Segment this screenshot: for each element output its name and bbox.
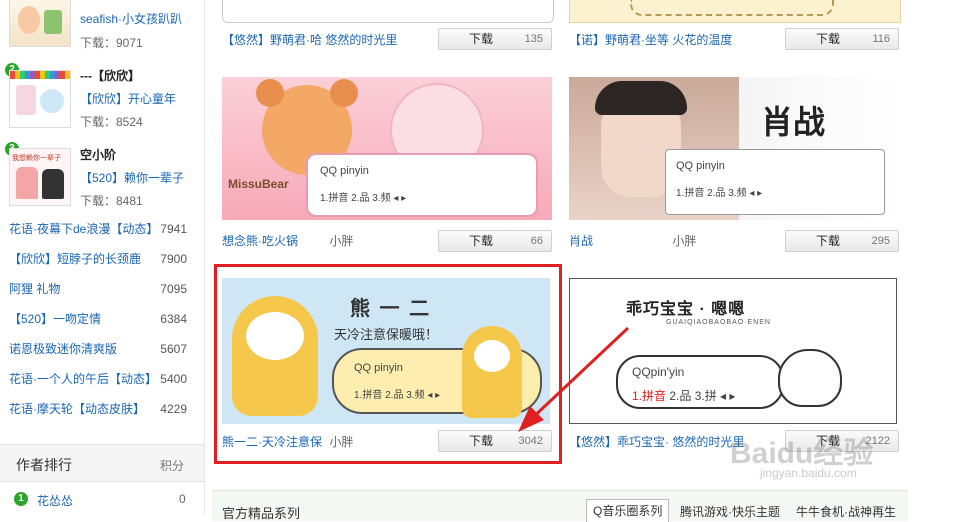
annotation-arrow-icon xyxy=(518,326,630,432)
qq-pinyin-text: QQ pinyin xyxy=(676,160,725,172)
ranking-count: 7900 xyxy=(160,252,187,266)
ranking-title[interactable]: 阿狸 礼物 xyxy=(9,279,60,299)
download-button[interactable]: 下载 295 xyxy=(785,230,899,252)
ranking-count: 7095 xyxy=(160,282,187,296)
skin-preview-image[interactable] xyxy=(569,0,901,23)
skin-caption[interactable]: 【悠然】野萌君·哈 悠然的时光里 xyxy=(222,30,397,50)
section-title: 官方精品系列 xyxy=(222,506,301,521)
skin-thumbnail[interactable] xyxy=(9,70,71,128)
rank-badge: 1 xyxy=(14,492,28,506)
download-button[interactable]: 下载 66 xyxy=(438,230,552,252)
ranking-title[interactable]: 【欣欣】短脖子的长颈鹿 xyxy=(9,249,141,269)
author-name[interactable]: ---【欣欣】 xyxy=(80,67,140,84)
skin-preview-image[interactable] xyxy=(222,0,554,23)
tab-series-2[interactable]: 牛牛食机·战神再生 xyxy=(796,503,896,520)
other-candidates: 2.品 3.拼 ◂ ▸ xyxy=(669,389,736,403)
ranking-row[interactable]: 花语·夜幕下de浪漫【动态】 7941 xyxy=(9,219,187,239)
author-ranking-title: 作者排行 xyxy=(16,457,72,473)
download-label: 下载 xyxy=(816,234,841,248)
qq-input-preview: QQ pinyin 1.拼音 2.品 3.频 ◂ ▸ xyxy=(306,153,538,217)
ranking-count: 6384 xyxy=(160,312,187,326)
caption-title[interactable]: 野萌君·哈 悠然的时光里 xyxy=(270,33,397,47)
author-name-link[interactable]: 花怂怂 xyxy=(37,492,73,509)
download-count: 116 xyxy=(872,33,890,45)
skin-title-link[interactable]: 【520】赖你一辈子 xyxy=(80,169,184,186)
download-label: 下载 xyxy=(816,32,841,46)
download-count: 295 xyxy=(871,235,890,247)
candidate-line: 1.拼音 2.品 3.频 ◂ ▸ xyxy=(676,188,763,199)
skin-caption[interactable]: 想念熊·吃火锅 小胖 xyxy=(222,231,353,251)
skin-preview-image[interactable]: MissuBear QQ pinyin 1.拼音 2.品 3.频 ◂ ▸ xyxy=(222,77,552,220)
skin-subtitle-text: GUAIQIAOBAOBAO·ENEN xyxy=(666,319,771,326)
skin-caption[interactable]: 肖战 小胖 xyxy=(569,231,696,251)
ranking-row[interactable]: 【520】一吻定情 6384 xyxy=(9,309,187,329)
ranking-row[interactable]: 阿狸 礼物 7095 xyxy=(9,279,187,299)
skin-thumbnail[interactable] xyxy=(9,0,71,47)
download-count: 66 xyxy=(530,235,543,247)
qq-pinyin-text: QQ pinyin xyxy=(320,165,369,177)
download-button[interactable]: 下载 135 xyxy=(438,28,552,50)
ranking-count: 4229 xyxy=(160,402,187,416)
ranking-count: 7941 xyxy=(160,222,187,236)
skin-title-link[interactable]: 【欣欣】开心童年 xyxy=(80,90,176,107)
qq-input-preview: QQ pinyin 1.拼音 2.品 3.频 ◂ ▸ xyxy=(665,149,885,215)
thumbnail-text: 我想赖你一辈子 xyxy=(12,155,61,162)
caption-title[interactable]: 想念熊·吃火锅 xyxy=(222,234,298,248)
tab-series-1[interactable]: 腾讯游戏·快乐主题 xyxy=(680,503,780,520)
ranking-title[interactable]: 花语·一个人的午后【动态】 xyxy=(9,369,157,389)
ranking-count: 5607 xyxy=(160,342,187,356)
ranking-row[interactable]: 诺恩极致迷你清爽版 5607 xyxy=(9,339,187,359)
download-count: 135 xyxy=(524,33,543,45)
ranking-title[interactable]: 诺恩极致迷你清爽版 xyxy=(9,339,117,359)
skin-thumbnail[interactable]: 我想赖你一辈子 xyxy=(9,148,71,206)
download-count: 下载：9071 xyxy=(80,36,143,50)
baidu-watermark-url: jingyan.baidu.com xyxy=(760,466,857,480)
download-count: 下载：8524 xyxy=(80,115,143,129)
points-label: 积分 xyxy=(160,459,185,473)
ranking-title[interactable]: 花语·摩天轮【动态皮肤】 xyxy=(9,399,145,419)
download-button[interactable]: 下载 116 xyxy=(785,28,899,50)
skin-caption[interactable]: 【诺】野萌君·坐等 火花的温度 xyxy=(569,30,732,50)
download-label: 下载 xyxy=(469,32,494,46)
author-link[interactable]: 小胖 xyxy=(329,234,353,248)
caption-title[interactable]: 肖战 xyxy=(569,234,593,248)
download-count: 下载：8481 xyxy=(80,194,143,208)
skin-title-link[interactable]: seafish·小女孩趴趴 xyxy=(80,10,182,27)
author-link[interactable]: 小胖 xyxy=(672,234,696,248)
qq-input-preview: QQpin'yin 1.拼音 2.品 3.拼 ◂ ▸ xyxy=(616,355,784,409)
author-ranking-header: 作者排行 积分 xyxy=(0,444,204,482)
caption-tag[interactable]: 【悠然】 xyxy=(222,33,270,47)
skin-brand-text: MissuBear xyxy=(228,177,289,191)
ranking-count: 5400 xyxy=(160,372,187,386)
caption-tag[interactable]: 【诺】 xyxy=(569,33,605,47)
candidate-line: 1.拼音 2.品 3.频 ◂ ▸ xyxy=(320,193,407,204)
ranking-row[interactable]: 花语·一个人的午后【动态】 5400 xyxy=(9,369,187,389)
ranking-row[interactable]: 【欣欣】短脖子的长颈鹿 7900 xyxy=(9,249,187,269)
tab-series-0[interactable]: Q音乐圈系列 xyxy=(586,499,670,522)
series-section-bar: 官方精品系列 Q音乐圈系列 腾讯游戏·快乐主题 牛牛食机·战神再生 xyxy=(212,490,908,522)
skin-title-text: 肖战 xyxy=(761,104,826,140)
author-score: 0 xyxy=(179,492,186,506)
ranking-row[interactable]: 花语·摩天轮【动态皮肤】 4229 xyxy=(9,399,187,419)
sidebar: seafish·小女孩趴趴 下载：9071 2 ---【欣欣】 【欣欣】开心童年… xyxy=(0,0,205,514)
caption-title[interactable]: 野萌君·坐等 火花的温度 xyxy=(605,33,732,47)
author-name[interactable]: 空小阶 xyxy=(80,146,116,163)
ranking-title[interactable]: 花语·夜幕下de浪漫【动态】 xyxy=(9,219,158,239)
skin-preview-image[interactable]: 肖战 QQ pinyin 1.拼音 2.品 3.频 ◂ ▸ xyxy=(569,77,899,220)
skin-title-text: 乖巧宝宝 · 嗯嗯 xyxy=(626,301,746,318)
candidate-line: 1.拼音 2.品 3.拼 ◂ ▸ xyxy=(632,387,735,404)
download-label: 下载 xyxy=(469,234,494,248)
ranking-title[interactable]: 【520】一吻定情 xyxy=(9,309,101,329)
